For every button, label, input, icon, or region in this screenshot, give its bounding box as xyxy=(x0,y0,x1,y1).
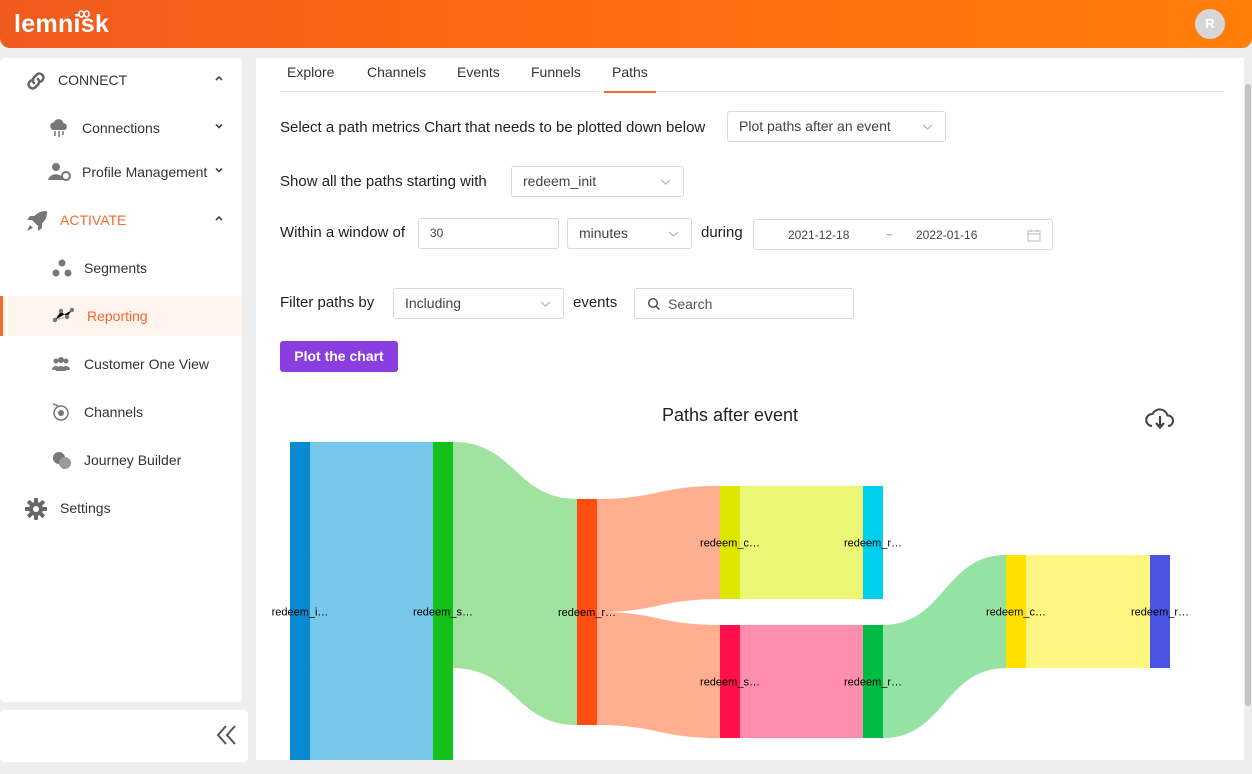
filter-label: Filter paths by xyxy=(280,294,375,311)
sankey-link[interactable] xyxy=(596,611,721,739)
sidebar-item-connect[interactable]: CONNECT xyxy=(0,60,242,100)
link-icon xyxy=(24,69,48,93)
chevron-down-icon[interactable] xyxy=(214,121,224,131)
sidebar-connect-label: CONNECT xyxy=(58,72,128,88)
during-label: during xyxy=(701,224,743,241)
chevron-down-icon[interactable] xyxy=(214,165,224,175)
calendar-icon xyxy=(1027,229,1041,242)
user-settings-icon xyxy=(48,162,72,182)
sidebar-reporting-label: Reporting xyxy=(87,308,148,324)
sankey-node-label: redeem_r… xyxy=(844,538,902,550)
search-icon xyxy=(647,297,660,310)
cloud-icon xyxy=(48,118,70,138)
reporting-network-icon xyxy=(52,307,74,325)
sidebar-item-segments[interactable]: Segments xyxy=(0,248,242,288)
segments-icon xyxy=(52,259,72,277)
journey-icon xyxy=(52,451,72,469)
gear-icon xyxy=(24,497,48,521)
tab-channels[interactable]: Channels xyxy=(367,64,426,92)
tab-paths[interactable]: Paths xyxy=(604,64,656,93)
users-group-icon xyxy=(51,356,71,372)
start-event-label: Show all the paths starting with xyxy=(280,173,487,190)
events-label: events xyxy=(573,294,618,311)
sidebar-customer-one-view-label: Customer One View xyxy=(84,356,210,372)
sankey-node-label: redeem_c… xyxy=(700,538,760,550)
sidebar-channels-label: Channels xyxy=(84,404,144,420)
chart-select-label: Select a path metrics Chart that needs t… xyxy=(280,119,706,136)
chevron-down-icon xyxy=(540,301,551,307)
sidebar-item-customer-one-view[interactable]: Customer One View xyxy=(0,344,242,384)
sidebar-collapse-panel xyxy=(0,710,248,762)
sankey-node-label: redeem_r… xyxy=(558,607,616,619)
sankey-node-label: redeem_c… xyxy=(986,607,1046,619)
app-header: lemnisk R xyxy=(0,0,1252,48)
window-unit-select[interactable]: minutes xyxy=(567,218,692,249)
window-input[interactable]: 30 xyxy=(418,218,559,249)
chart-title: Paths after event xyxy=(661,405,799,425)
sankey-node-label: redeem_s… xyxy=(413,607,473,619)
sidebar-journey-builder-label: Journey Builder xyxy=(84,452,182,468)
search-placeholder: Search xyxy=(668,296,713,312)
sankey-link[interactable] xyxy=(452,441,578,726)
sankey-node[interactable] xyxy=(290,442,310,760)
sankey-chart: redeem_i… redeem_s… redeem_r…redeem_c…rede… xyxy=(272,441,1189,760)
start-event-value: redeem_init xyxy=(523,173,597,189)
sankey-node-label: redeem_s… xyxy=(700,677,760,689)
sankey-node[interactable] xyxy=(433,442,453,760)
logo-infinity-icon xyxy=(78,10,90,18)
user-avatar[interactable]: R xyxy=(1195,9,1225,39)
events-search-input[interactable]: Search xyxy=(634,288,854,319)
rocket-icon xyxy=(24,208,50,234)
satellite-icon xyxy=(51,402,71,422)
main-panel: Explore Channels Events Funnels Paths Se… xyxy=(256,58,1244,760)
sidebar-item-connections[interactable]: Connections xyxy=(0,108,242,148)
sankey-link[interactable] xyxy=(309,441,434,556)
app-logo[interactable]: lemnisk xyxy=(14,10,109,39)
tab-funnels[interactable]: Funnels xyxy=(531,64,581,92)
sankey-node-label: redeem_r… xyxy=(1131,607,1189,619)
sankey-link[interactable] xyxy=(309,667,434,760)
sidebar-item-settings[interactable]: Settings xyxy=(0,488,242,528)
sidebar-item-journey-builder[interactable]: Journey Builder xyxy=(0,440,242,480)
sidebar-item-reporting[interactable]: Reporting xyxy=(0,296,242,336)
chevron-down-icon xyxy=(668,231,679,237)
filter-mode-select[interactable]: Including xyxy=(393,288,564,319)
chart-type-value: Plot paths after an event xyxy=(739,118,891,134)
chevron-down-icon xyxy=(660,179,671,185)
sidebar-activate-label: ACTIVATE xyxy=(60,212,127,228)
sidebar-settings-label: Settings xyxy=(60,500,111,516)
sankey-node-label: redeem_r… xyxy=(844,677,902,689)
chevron-up-icon[interactable] xyxy=(214,213,224,223)
sidebar-profile-management-label: Profile Management xyxy=(82,164,208,180)
date-end[interactable]: 2022-01-16 xyxy=(916,228,977,242)
window-unit-value: minutes xyxy=(579,225,629,241)
main-scrollbar[interactable] xyxy=(1245,84,1251,706)
chevron-up-icon[interactable] xyxy=(214,73,224,83)
sidebar-item-channels[interactable]: Channels xyxy=(0,392,242,432)
report-tabs: Explore Channels Events Funnels Paths xyxy=(280,58,1224,93)
sidebar-item-profile-management[interactable]: Profile Management xyxy=(0,152,242,192)
tab-explore[interactable]: Explore xyxy=(287,64,334,92)
start-event-select[interactable]: redeem_init xyxy=(511,166,684,197)
sidebar: CONNECT Connections Profile Management A… xyxy=(0,58,242,702)
sidebar-connections-label: Connections xyxy=(82,120,160,136)
double-chevron-left-icon[interactable] xyxy=(214,722,240,748)
sankey-link[interactable] xyxy=(882,554,1007,739)
sidebar-segments-label: Segments xyxy=(84,260,148,276)
date-separator: ~ xyxy=(886,228,894,242)
date-range-picker[interactable]: 2021-12-18 ~ 2022-01-16 xyxy=(753,219,1053,250)
chart-type-select[interactable]: Plot paths after an event xyxy=(727,111,946,142)
sidebar-item-activate[interactable]: ACTIVATE xyxy=(0,200,242,240)
filter-mode-value: Including xyxy=(405,295,462,311)
date-start[interactable]: 2021-12-18 xyxy=(788,228,849,242)
tab-events[interactable]: Events xyxy=(457,64,500,92)
window-label: Within a window of xyxy=(280,224,406,241)
plot-chart-button[interactable]: Plot the chart xyxy=(280,341,398,372)
sankey-node-label: redeem_i… xyxy=(272,607,329,619)
chevron-down-icon xyxy=(922,124,933,130)
